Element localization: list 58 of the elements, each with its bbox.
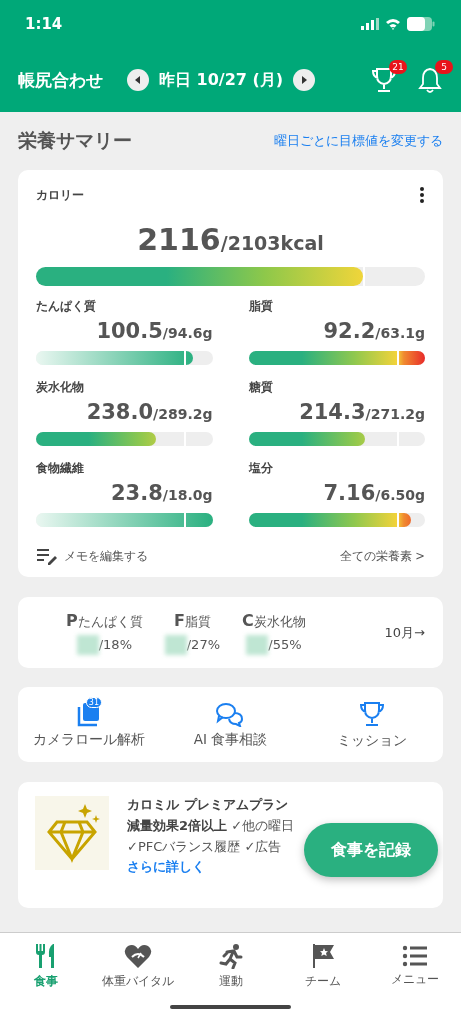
section-title: 栄養サマリー bbox=[18, 128, 132, 153]
blurred-value bbox=[76, 634, 99, 655]
trophy-icon bbox=[358, 699, 387, 728]
nutrient-value: 214.3/271.2g bbox=[298, 400, 425, 424]
pfc-label: F脂質 bbox=[173, 610, 211, 631]
pfc-target: /27% bbox=[186, 637, 220, 652]
pfc-target: /18% bbox=[98, 637, 132, 652]
change-target-link[interactable]: 曜日ごとに目標値を変更する bbox=[274, 132, 443, 150]
notification-badge: 5 bbox=[435, 60, 453, 74]
blurred-value bbox=[164, 634, 187, 655]
tab[interactable]: メニュー bbox=[368, 933, 461, 999]
nutrient-name: 糖質 bbox=[248, 379, 274, 396]
month-link[interactable]: 10月→ bbox=[384, 623, 425, 642]
nutrient-value: 23.8/18.0g bbox=[110, 481, 213, 505]
previous-day-button[interactable] bbox=[127, 69, 149, 91]
heart-gauge-icon bbox=[124, 942, 153, 969]
nutrient-value: 92.2/63.1g bbox=[322, 319, 425, 343]
nutrient-name: 食物繊維 bbox=[36, 460, 85, 477]
nutrient-name: 脂質 bbox=[248, 298, 274, 315]
nutrient-value: 7.16/6.50g bbox=[322, 481, 425, 505]
action-button[interactable]: AI 食事相談 bbox=[160, 700, 301, 749]
calorie-value: 2116/2103kcal bbox=[136, 222, 325, 257]
all-nutrients-link[interactable]: 全ての栄養素 > bbox=[339, 548, 425, 564]
battery-icon bbox=[407, 17, 435, 31]
action-button[interactable]: ミッション bbox=[302, 699, 443, 750]
nutrient-name: 塩分 bbox=[248, 460, 274, 477]
tab[interactable]: 運動 bbox=[184, 933, 277, 999]
next-day-button[interactable] bbox=[293, 69, 316, 91]
signal-icon bbox=[361, 18, 379, 30]
edit-note-icon bbox=[36, 547, 58, 565]
edit-memo-link[interactable]: メモを編集する bbox=[36, 547, 148, 565]
premium-line: 減量効果2倍以上 ✓他の曜日 bbox=[127, 817, 295, 835]
tab[interactable]: 体重バイタル bbox=[92, 933, 185, 999]
blurred-value bbox=[246, 634, 269, 655]
header-title: 帳尻合わせ bbox=[18, 68, 103, 92]
count-badge: 31 bbox=[85, 696, 102, 708]
status-time: 1:14 bbox=[25, 15, 63, 33]
wifi-icon bbox=[385, 18, 401, 30]
nutrient-value: 100.5/94.6g bbox=[95, 319, 213, 343]
premium-line: ✓PFCバランス履歴 ✓広告 bbox=[127, 838, 283, 856]
pfc-label: Pたんぱく質 bbox=[66, 610, 143, 631]
tab[interactable]: チーム bbox=[276, 933, 369, 999]
more-icon[interactable] bbox=[419, 186, 425, 204]
notification-badge: 21 bbox=[389, 60, 407, 74]
chat-bubbles-icon bbox=[215, 700, 246, 727]
bell-icon[interactable] bbox=[417, 66, 443, 94]
details-link[interactable]: さらに詳しく bbox=[127, 859, 295, 876]
nutrient-name: 炭水化物 bbox=[36, 379, 85, 396]
nutrient-name: たんぱく質 bbox=[36, 298, 97, 315]
nutrient-value: 238.0/289.2g bbox=[85, 400, 213, 424]
premium-title: カロミル プレミアムプラン bbox=[127, 796, 289, 814]
runner-icon bbox=[217, 942, 244, 969]
menu-icon bbox=[401, 944, 428, 967]
pfc-label: C炭水化物 bbox=[242, 610, 306, 631]
date-label: 昨日 10/27 (月) bbox=[159, 69, 284, 91]
pfc-target: /55% bbox=[268, 637, 302, 652]
left-triangle-icon bbox=[133, 75, 143, 85]
calorie-label: カロリー bbox=[36, 186, 84, 204]
